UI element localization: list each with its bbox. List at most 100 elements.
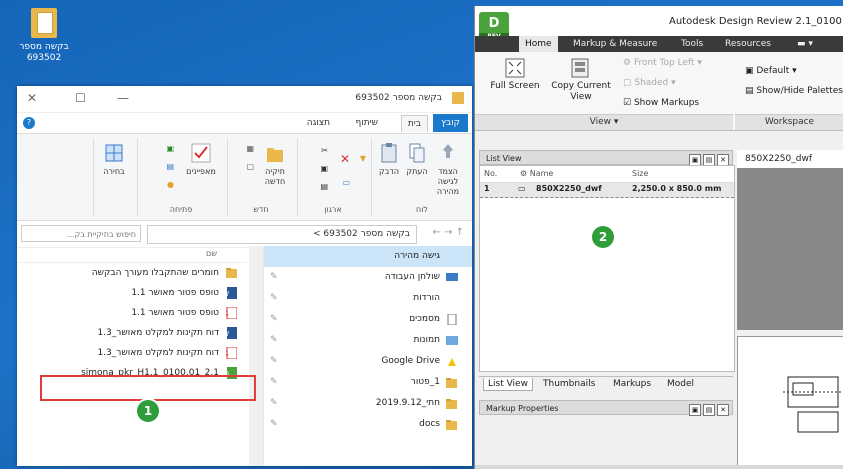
file-row[interactable]: A דוח תקינות למקלט מאושר_1.3 xyxy=(17,343,247,363)
tab-markup-measure[interactable]: Markup & Measure xyxy=(573,36,657,52)
new-item-icon[interactable]: ▦ xyxy=(246,144,254,154)
file-row[interactable]: W דוח תקינות למקלט מאושר_1.3 xyxy=(17,323,247,343)
nav-item[interactable]: מסמכים ✎ xyxy=(264,309,472,330)
cut-icon[interactable]: ✂ xyxy=(321,146,328,156)
pin-quick-access-button[interactable]: הצמד לגישה מהירה xyxy=(430,142,466,197)
file-name: טופס פטור מאושר 1.1 xyxy=(131,288,219,298)
copy-path-icon[interactable]: ▣ xyxy=(320,164,328,174)
search-input[interactable]: חיפוש בתיקיית בק... xyxy=(21,225,141,242)
tab-home[interactable]: Home xyxy=(519,36,558,52)
nav-item[interactable]: תמונות ✎ xyxy=(264,330,472,351)
file-name: טופס פטור מאושר 1.1 xyxy=(131,308,219,318)
float-icon[interactable]: ▤ xyxy=(703,404,715,416)
nav-item[interactable]: ↓ הורדות ✎ xyxy=(264,288,472,309)
help-icon[interactable]: ? xyxy=(23,117,35,129)
ribbon-group-workspace: Workspace xyxy=(735,114,843,130)
nav-item-label: חתי_2019.9.12 xyxy=(375,398,440,408)
copy-button[interactable]: העתק xyxy=(404,142,430,177)
new-folder-button[interactable]: תיקיה חדשה xyxy=(260,142,290,187)
paste-button[interactable]: הדבק xyxy=(376,142,402,177)
scrollbar[interactable] xyxy=(249,246,263,466)
show-hide-palettes-button[interactable]: ▤ Show/Hide Palettes xyxy=(745,86,843,97)
ribbon-group-select: בחירה xyxy=(93,138,134,216)
file-name: חומרים שהתקבלו מעורך הבקשה xyxy=(91,268,219,278)
tab-markups[interactable]: Markups xyxy=(609,378,655,390)
pdf-file-icon: A xyxy=(226,347,237,359)
close-icon[interactable]: ✕ xyxy=(27,91,37,105)
nav-arrows[interactable]: ← → ↑ xyxy=(433,227,465,238)
canvas-tab[interactable]: 850X2250_dwf xyxy=(737,150,843,168)
paste-shortcut-icon[interactable]: ▤ xyxy=(320,182,328,192)
move-to-icon[interactable]: ▼ xyxy=(360,154,366,164)
markup-properties-header: Markup Properties ▣ ▤ ✕ xyxy=(479,400,733,416)
nav-item[interactable]: docs ✎ xyxy=(264,414,472,435)
status-strip xyxy=(475,465,843,469)
default-dropdown[interactable]: ▣ Default ▾ xyxy=(745,66,797,77)
address-bar[interactable]: בקשה מספר 693502 > xyxy=(147,225,417,244)
tab-list-view[interactable]: List View xyxy=(483,378,533,391)
list-view-header: List View ▣ ▤ ✕ xyxy=(479,150,733,166)
easy-access-icon[interactable]: ▢ xyxy=(246,162,254,172)
dock-icon[interactable]: ▣ xyxy=(689,404,701,416)
tab-share[interactable]: שיתוף xyxy=(349,115,384,131)
tab-thumbnails[interactable]: Thumbnails xyxy=(539,378,599,390)
camera-icon[interactable]: ▬ ▾ xyxy=(797,36,813,52)
svg-text:↓: ↓ xyxy=(446,293,447,304)
folder-icon xyxy=(446,378,457,388)
tab-file[interactable]: קובץ xyxy=(433,114,468,132)
tab-resources[interactable]: Resources xyxy=(725,36,771,52)
column-size[interactable]: Size xyxy=(632,169,648,178)
tab-tools[interactable]: Tools xyxy=(681,36,703,52)
column-name[interactable]: ⚙ Name xyxy=(520,169,553,178)
list-row[interactable]: 1 ▭ 850X2250_dwf 2,250.0 x 850.0 mm xyxy=(480,183,734,198)
pinned-icon: ✎ xyxy=(270,314,278,324)
full-screen-button[interactable]: Full Screen xyxy=(485,58,545,92)
gdrive-icon xyxy=(448,358,456,366)
minimize-icon[interactable]: — xyxy=(117,91,129,105)
tab-home[interactable]: בית xyxy=(400,115,428,132)
nav-item[interactable]: Google Drive ✎ xyxy=(264,351,472,372)
maximize-icon[interactable]: ☐ xyxy=(75,91,86,105)
select-button[interactable]: בחירה xyxy=(98,142,130,177)
folder-icon xyxy=(446,420,457,430)
tab-model[interactable]: Model xyxy=(663,378,698,390)
desktop-icon-label: בקשה מספר 693502 xyxy=(19,42,69,63)
copy-view-icon xyxy=(571,58,589,78)
file-name: דוח תקינות למקלט מאושר_1.3 xyxy=(97,348,219,358)
ribbon-group-organize: ✂ ▣ ▤ ✕ ▼ ▭ ארגון xyxy=(297,138,368,216)
nav-item[interactable]: חתי_2019.9.12 ✎ xyxy=(264,393,472,414)
nav-item[interactable]: שולחן העבודה ✎ xyxy=(264,267,472,288)
palette-icon: ▤ xyxy=(745,86,757,96)
edit-icon[interactable]: ▤ xyxy=(166,162,174,172)
nav-item[interactable]: ★ גישה מהירה xyxy=(264,246,472,267)
show-markups-checkbox[interactable]: ☑ Show Markups xyxy=(623,98,699,109)
column-header-name[interactable]: שם xyxy=(17,246,247,263)
window-title: Autodesk Design Review 2.1_0100 xyxy=(669,16,842,27)
tab-view[interactable]: תצוגה xyxy=(301,115,336,131)
file-row[interactable]: חומרים שהתקבלו מעורך הבקשה xyxy=(17,263,247,283)
file-row[interactable]: A טופס פטור מאושר 1.1 xyxy=(17,303,247,323)
properties-button[interactable]: מאפיינים xyxy=(182,142,220,177)
file-row[interactable]: W טופס פטור מאושר 1.1 xyxy=(17,283,247,303)
canvas-area[interactable]: 850X2250_dwf xyxy=(737,150,843,330)
delete-icon[interactable]: ✕ xyxy=(340,153,350,165)
star-icon: ★ xyxy=(446,251,447,262)
word-file-icon: W xyxy=(226,327,237,339)
explorer-title: בקשה מספר 693502 xyxy=(355,93,442,103)
column-no[interactable]: No. xyxy=(484,169,497,178)
open-icon[interactable]: ▣ xyxy=(166,144,174,154)
shaded-dropdown[interactable]: ▢ Shaded ▾ xyxy=(623,78,676,89)
front-top-left-dropdown[interactable]: ⚙ Front Top Left ▾ xyxy=(623,58,702,69)
nav-item-label: 1_פטור xyxy=(410,377,440,387)
history-icon[interactable]: ● xyxy=(167,180,174,190)
rename-icon[interactable]: ▭ xyxy=(342,178,350,188)
drawing-preview[interactable] xyxy=(737,336,843,469)
desktop-folder-shortcut[interactable]: בקשה מספר 693502 xyxy=(14,8,74,64)
svg-text:A: A xyxy=(226,310,229,318)
new-folder-icon xyxy=(267,148,283,162)
copy-current-view-button[interactable]: Copy Current View xyxy=(547,58,615,103)
close-icon[interactable]: ✕ xyxy=(717,404,729,416)
nav-item[interactable]: 1_פטור ✎ xyxy=(264,372,472,393)
sort-icon: ⚙ xyxy=(520,169,530,178)
copy-icon xyxy=(409,143,425,163)
